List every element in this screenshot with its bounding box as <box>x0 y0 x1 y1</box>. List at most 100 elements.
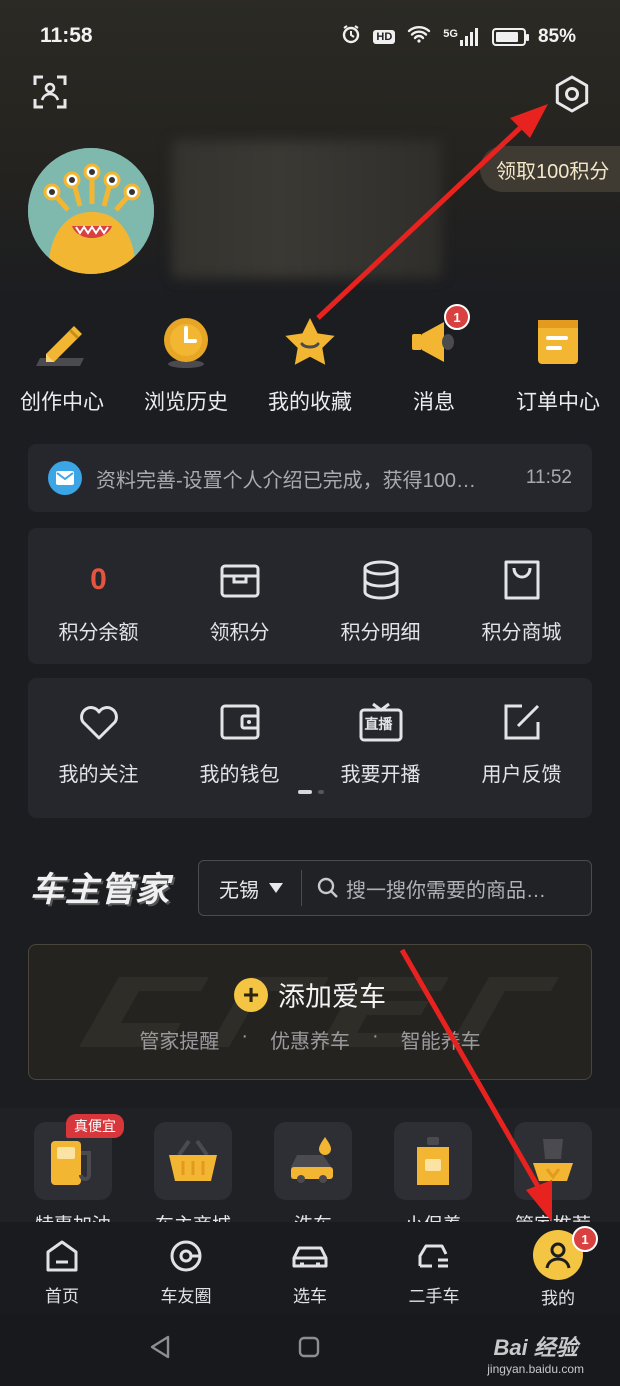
car-seat-icon <box>533 1139 573 1181</box>
profile-info-blurred[interactable] <box>172 140 442 278</box>
quick-action-history[interactable]: 浏览历史 <box>124 310 248 420</box>
service-label: 车主商城 <box>155 1210 231 1222</box>
service-label: 洗车 <box>294 1210 332 1222</box>
add-car-button[interactable]: + 添加爱车 <box>29 975 591 1014</box>
tab-label: 选车 <box>293 1287 327 1306</box>
add-car-card[interactable]: + 添加爱车 管家提醒 · 优惠养车 · 智能养车 <box>28 944 592 1080</box>
back-triangle-icon <box>150 1335 170 1359</box>
status-bar: 11:58 HD 5G 85% <box>0 0 620 76</box>
car-icon <box>292 1246 328 1268</box>
quick-action-favorites[interactable]: 我的收藏 <box>248 310 372 420</box>
hd-badge: HD <box>373 30 396 44</box>
quick-action-label: 我的收藏 <box>268 391 352 414</box>
grid-label: 我的钱包 <box>199 764 280 786</box>
service-maintenance[interactable]: 小保养 <box>394 1122 472 1222</box>
chevron-down-icon <box>269 883 283 893</box>
go-live[interactable]: 直播 我要开播 <box>310 678 451 788</box>
quick-action-label: 消息 <box>413 391 455 414</box>
baidu-watermark: Bai 经验 jingyan.baidu.com <box>487 1330 584 1376</box>
car-butler-title: 车主管家 <box>30 871 170 909</box>
grid-label: 用户反馈 <box>481 764 562 786</box>
feature-label: 管家提醒 <box>139 1031 220 1053</box>
notification-text: 资料完善-设置个人介绍已完成，获得100… <box>96 469 477 492</box>
service-car-wash[interactable]: 洗车 <box>274 1122 352 1222</box>
scan-icon <box>33 75 67 109</box>
watermark-main: Bai 经验 <box>493 1335 578 1360</box>
tab-label: 车友圈 <box>160 1287 212 1306</box>
scan-button[interactable] <box>28 70 72 114</box>
oil-can-icon <box>417 1137 449 1185</box>
separator-dot: · <box>372 1025 379 1047</box>
tab-label: 二手车 <box>408 1287 460 1306</box>
avatar[interactable] <box>28 148 154 274</box>
page-indicator <box>298 790 324 794</box>
service-label: 管家推荐 <box>515 1210 591 1222</box>
tab-home[interactable]: 首页 <box>0 1222 124 1314</box>
service-fuel[interactable]: 真便宜 特惠加油 <box>34 1114 124 1222</box>
quick-action-label: 订单中心 <box>516 391 600 414</box>
service-recommend[interactable]: 管家推荐 <box>514 1122 592 1222</box>
city-search-bar: 无锡 搜一搜你需要的商品… <box>198 860 592 916</box>
grid-label: 我要开播 <box>340 764 421 786</box>
mine-badge: 1 <box>572 1226 598 1252</box>
service-label: 小保养 <box>404 1210 461 1222</box>
tab-mine[interactable]: 1 我的 <box>496 1222 620 1314</box>
service-mall[interactable]: 车主商城 <box>154 1122 232 1222</box>
live-icon-text: 直播 <box>364 716 393 732</box>
grid-label: 积分明细 <box>340 622 421 644</box>
points-balance[interactable]: 0 积分余额 <box>28 528 169 664</box>
home-nav-button[interactable] <box>298 1336 320 1363</box>
service-label: 特惠加油 <box>35 1210 111 1222</box>
tools-card: 我的关注 我的钱包 直播 我要开播 用户反馈 <box>28 678 592 818</box>
wifi-icon <box>407 25 431 49</box>
tab-select-car[interactable]: 选车 <box>248 1222 372 1314</box>
tab-community[interactable]: 车友圈 <box>124 1222 248 1314</box>
mail-icon <box>48 461 82 495</box>
search-icon <box>316 876 340 900</box>
add-car-features: 管家提醒 · 优惠养车 · 智能养车 <box>29 1025 591 1054</box>
bottom-tab-bar: 首页 车友圈 选车 二手车 1 我的 <box>0 1222 620 1314</box>
system-navigation-bar: Bai 经验 jingyan.baidu.com <box>0 1314 620 1386</box>
points-details[interactable]: 积分明细 <box>310 528 451 664</box>
city-label: 无锡 <box>219 879 259 902</box>
clock-icon <box>164 318 208 368</box>
grid-label: 我的关注 <box>58 764 139 786</box>
tab-used-car[interactable]: 二手车 <box>372 1222 496 1314</box>
status-icons: HD 5G 85% <box>341 24 576 50</box>
heart-icon <box>79 706 118 740</box>
claim-points-button[interactable]: 领取100积分 <box>480 146 620 192</box>
basket-icon <box>169 1139 217 1181</box>
watermark-sub: jingyan.baidu.com <box>487 1362 584 1376</box>
signal-icon: 5G <box>443 28 480 46</box>
user-feedback[interactable]: 用户反馈 <box>451 678 592 788</box>
battery-icon <box>491 28 529 46</box>
pencil-icon <box>36 326 84 366</box>
points-card: 0 积分余额 领积分 积分明细 积分商城 <box>28 528 592 664</box>
quick-actions-row: 创作中心 浏览历史 我的收藏 1 消息 订单中心 <box>0 304 620 420</box>
star-icon <box>285 318 335 365</box>
feature-label: 智能养车 <box>400 1031 481 1053</box>
my-follows[interactable]: 我的关注 <box>28 678 169 788</box>
notification-bar[interactable]: 资料完善-设置个人介绍已完成，获得100… 11:52 <box>28 444 592 512</box>
gear-icon <box>555 75 589 113</box>
search-input[interactable]: 搜一搜你需要的商品… <box>346 874 566 903</box>
tab-label: 我的 <box>541 1289 575 1308</box>
quick-action-messages[interactable]: 1 消息 <box>372 304 496 420</box>
city-selector[interactable]: 无锡 <box>199 870 302 906</box>
tab-label: 首页 <box>45 1287 79 1306</box>
page-dot-active <box>298 790 312 794</box>
home-icon <box>46 1240 78 1272</box>
battery-percent: 85% <box>537 26 576 47</box>
square-icon <box>298 1336 320 1358</box>
points-mall[interactable]: 积分商城 <box>451 528 592 664</box>
quick-action-orders[interactable]: 订单中心 <box>496 310 620 420</box>
settings-button[interactable] <box>548 70 596 118</box>
page-dot <box>318 790 324 794</box>
fuel-pump-icon <box>51 1141 91 1185</box>
my-wallet[interactable]: 我的钱包 <box>169 678 310 788</box>
claim-points[interactable]: 领积分 <box>169 528 310 664</box>
quick-action-creation-center[interactable]: 创作中心 <box>0 310 124 420</box>
plus-icon: + <box>234 977 268 1012</box>
notification-time: 11:52 <box>525 467 572 488</box>
back-button[interactable] <box>148 1334 172 1365</box>
